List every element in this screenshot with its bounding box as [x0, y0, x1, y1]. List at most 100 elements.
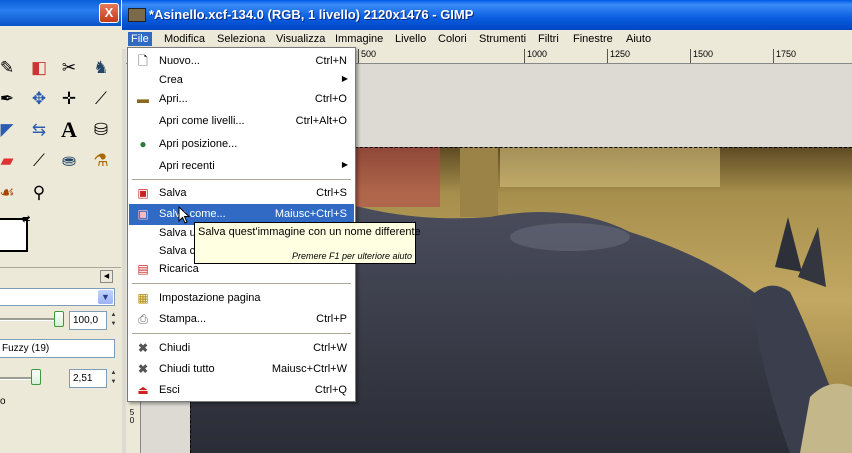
- measure-tool-icon[interactable]: ⟋: [88, 86, 114, 112]
- bucket-fill-icon[interactable]: ⛁: [88, 117, 114, 143]
- menu-item-impostazione-pagina[interactable]: ▦ Impostazione pagina: [129, 288, 354, 309]
- menu-separator: [132, 283, 351, 284]
- toolbox-close-button[interactable]: X: [99, 3, 119, 23]
- opacity-spin-arrows-icon[interactable]: ▲ ▼: [109, 311, 118, 330]
- opacity-spin-field[interactable]: 100,0: [69, 311, 107, 330]
- menu-item-stampa[interactable]: ⎙ Stampa... Ctrl+P: [129, 309, 354, 330]
- brush-field[interactable]: Fuzzy (19): [0, 339, 115, 358]
- color-swatches[interactable]: ⇄: [0, 214, 36, 258]
- folder-icon: ▬: [137, 92, 149, 106]
- mode-select[interactable]: ▼: [0, 288, 115, 306]
- opacity-slider-track[interactable]: [0, 318, 60, 321]
- menu-item-shortcut: Ctrl+W: [313, 342, 347, 354]
- flip-tool-icon[interactable]: ⇆: [26, 117, 52, 143]
- menu-item-label: Ricarica: [159, 263, 199, 275]
- tooltip-text: Salva quest'immagine con un nome differe…: [198, 226, 421, 238]
- tooltip-hint: Premere F1 per ulteriore aiuto: [291, 251, 412, 261]
- new-page-icon: 🗋: [138, 54, 148, 68]
- menu-item-shortcut: Maiusc+Ctrl+W: [271, 363, 347, 375]
- eraser-tool-icon[interactable]: ▰: [0, 148, 20, 174]
- truncated-option-label: o: [0, 396, 6, 407]
- printer-icon: ⎙: [138, 312, 148, 326]
- scale-spin-field[interactable]: 2,51: [69, 369, 107, 388]
- foreground-select-icon[interactable]: ♞: [88, 55, 114, 81]
- menu-item-shortcut: Ctrl+N: [315, 55, 347, 67]
- menu-item-esci[interactable]: ⏏ Esci Ctrl+Q: [129, 380, 354, 401]
- menu-livello[interactable]: Livello: [392, 32, 429, 46]
- menu-seleziona[interactable]: Seleziona: [214, 32, 268, 46]
- menu-immagine[interactable]: Immagine: [332, 32, 386, 46]
- menu-item-crea[interactable]: Crea ▶: [129, 70, 354, 91]
- page-setup-icon: ▦: [137, 291, 149, 305]
- menu-item-apri[interactable]: ▬ Apri... Ctrl+O: [129, 89, 354, 110]
- close-all-icon: ✖: [137, 362, 149, 376]
- menu-item-label: Esci: [159, 384, 180, 396]
- menu-item-label: Chiudi tutto: [159, 363, 215, 375]
- menu-separator: [132, 333, 351, 334]
- airbrush-tool-icon[interactable]: ⟋: [26, 148, 52, 174]
- menu-visualizza[interactable]: Visualizza: [273, 32, 328, 46]
- menu-item-label: Salva come...: [159, 208, 226, 220]
- scissors-select-icon[interactable]: ✂: [56, 55, 82, 81]
- menu-filtri[interactable]: Filtri: [535, 32, 562, 46]
- menu-item-label: Crea: [159, 74, 183, 86]
- text-tool-icon[interactable]: A: [56, 117, 82, 143]
- toolbox-window: X ✎ ◧ ✂ ♞ ✒ ✥ ✛ ⟋ ◤ ⇆ A ⛁ ▰ ⟋ ⛂ ⚗ ☙ ⚲ ⇄ …: [0, 0, 121, 453]
- ruler-tick: 1750: [773, 49, 796, 63]
- menu-colori[interactable]: Colori: [435, 32, 470, 46]
- menu-item-salva[interactable]: ▣ Salva Ctrl+S: [129, 183, 354, 204]
- perspective-tool-icon[interactable]: ◤: [0, 117, 20, 143]
- menu-strumenti[interactable]: Strumenti: [476, 32, 529, 46]
- submenu-arrow-icon: ▶: [341, 74, 348, 83]
- tab-menu-icon[interactable]: ◀: [100, 270, 113, 283]
- ruler-tick: 500: [358, 49, 376, 63]
- menu-item-label: Salva: [159, 187, 187, 199]
- ruler-tick: 1250: [607, 49, 630, 63]
- ruler-tick: 1000: [524, 49, 547, 63]
- menu-item-apri-come-livelli[interactable]: Apri come livelli... Ctrl+Alt+O: [129, 111, 354, 132]
- mouse-cursor-icon: [178, 206, 190, 224]
- menu-item-chiudi-tutto[interactable]: ✖ Chiudi tutto Maiusc+Ctrl+W: [129, 359, 354, 380]
- opacity-slider-thumb[interactable]: [54, 311, 64, 327]
- menu-item-chiudi[interactable]: ✖ Chiudi Ctrl+W: [129, 338, 354, 359]
- menu-finestre[interactable]: Finestre: [570, 32, 616, 46]
- dodge-burn-tool-icon[interactable]: ⚲: [26, 180, 52, 206]
- close-x-icon: ✖: [137, 341, 149, 355]
- toolbox-titlebar[interactable]: X: [0, 0, 121, 26]
- heal-tool-icon[interactable]: ⚗: [88, 148, 114, 174]
- select-by-color-icon[interactable]: ◧: [26, 55, 52, 81]
- menu-modifica[interactable]: Modifica: [161, 32, 208, 46]
- scale-spin-arrows-icon[interactable]: ▲ ▼: [109, 369, 118, 388]
- chevron-down-icon[interactable]: ▼: [98, 290, 113, 304]
- menu-aiuto[interactable]: Aiuto: [623, 32, 654, 46]
- save-icon: ▣: [137, 186, 149, 200]
- menu-item-label: Impostazione pagina: [159, 292, 261, 304]
- submenu-arrow-icon: ▶: [341, 160, 348, 169]
- menu-item-shortcut: Ctrl+S: [316, 187, 347, 199]
- window-title: *Asinello.xcf-134.0 (RGB, 1 livello) 212…: [149, 7, 474, 22]
- scale-slider-thumb[interactable]: [31, 369, 41, 385]
- menu-item-label: Apri come livelli...: [159, 115, 245, 127]
- ruler-tick: 1500: [690, 49, 713, 63]
- gimp-image-icon: [128, 8, 146, 22]
- menu-item-apri-posizione[interactable]: ● Apri posizione...: [129, 134, 354, 155]
- revert-icon: ▤: [137, 262, 149, 276]
- menu-item-shortcut: Ctrl+Alt+O: [295, 115, 347, 127]
- menu-item-apri-recenti[interactable]: Apri recenti ▶: [129, 156, 354, 177]
- menu-item-shortcut: Maiusc+Ctrl+S: [274, 208, 347, 220]
- menu-separator: [132, 179, 351, 180]
- menu-item-nuovo[interactable]: 🗋 Nuovo... Ctrl+N: [129, 51, 354, 72]
- crop-tool-icon[interactable]: ✛: [56, 86, 82, 112]
- menu-item-label: Stampa...: [159, 313, 207, 325]
- menu-file[interactable]: File: [128, 32, 152, 46]
- tooltip: Salva quest'immagine con un nome differe…: [194, 222, 421, 264]
- pencil-tool-icon[interactable]: ✎: [0, 55, 20, 81]
- menu-item-shortcut: Ctrl+P: [316, 313, 347, 325]
- globe-icon: ●: [139, 137, 147, 151]
- paths-tool-icon[interactable]: ✒: [0, 86, 20, 112]
- clone-tool-icon[interactable]: ⛂: [56, 148, 82, 174]
- move-tool-icon[interactable]: ✥: [26, 86, 52, 112]
- image-window-titlebar[interactable]: *Asinello.xcf-134.0 (RGB, 1 livello) 212…: [122, 0, 852, 30]
- swap-colors-icon[interactable]: ⇄: [22, 214, 30, 225]
- smudge-tool-icon[interactable]: ☙: [0, 180, 20, 206]
